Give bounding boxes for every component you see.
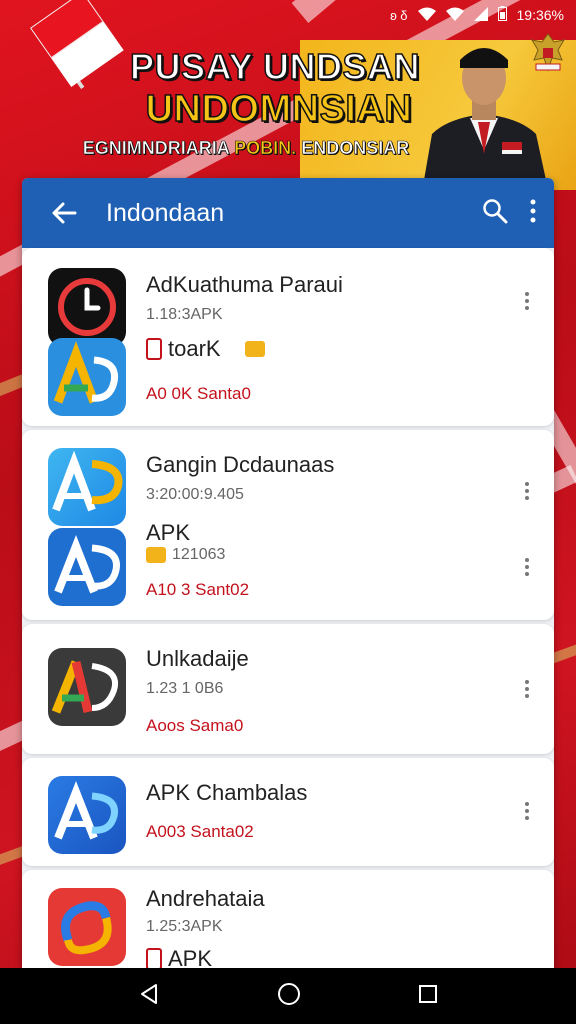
app-name: Unlkadaije xyxy=(146,646,249,671)
item-more-button[interactable] xyxy=(522,802,532,820)
app-name: Gangin Dcdaunaas xyxy=(146,452,335,477)
cell-signal-icon xyxy=(473,6,488,24)
status-bar: ʚ δ 19:36% xyxy=(0,0,576,30)
banner-subtitle-part2: ENDONSIAR xyxy=(301,138,410,159)
nav-back-button[interactable] xyxy=(138,983,160,1010)
app-meta: 1.23 1 0B6 xyxy=(146,680,224,697)
nav-home-button[interactable] xyxy=(277,982,301,1011)
triangle-back-icon xyxy=(141,983,158,1004)
more-options-button[interactable] xyxy=(530,199,536,228)
app-meta: 3:20:00:9.405 xyxy=(146,486,244,503)
signal-icon xyxy=(445,7,464,24)
app-meta: 1.18:3APK xyxy=(146,306,223,323)
ad-app-icon xyxy=(48,338,126,416)
clock-app-icon xyxy=(48,268,126,346)
banner-title-line1: PUSAY UNDSAN xyxy=(129,45,421,88)
app-list-item[interactable]: Andrehataia 1.25:3APK APK xyxy=(22,870,554,968)
app-version: A10 3 Sant02 xyxy=(146,580,250,599)
ap-chambalas-app-icon xyxy=(48,776,126,854)
app-version: Aoos Sama0 xyxy=(146,716,244,735)
item-more-button[interactable] xyxy=(522,680,532,698)
badge-icon xyxy=(146,547,166,563)
square-recents-icon xyxy=(418,984,437,1003)
wifi-icon xyxy=(417,7,436,24)
app-tag-label: APK xyxy=(168,946,213,968)
banner-title-line2: UNDOMNSIAN xyxy=(145,87,413,131)
nav-recents-button[interactable] xyxy=(418,984,438,1009)
multicolor-a-app-icon xyxy=(48,648,126,726)
app-name: AdKuathuma Paraui xyxy=(146,272,343,297)
app-version: A003 Santa02 xyxy=(146,822,254,841)
app-bar: Indondaan xyxy=(22,178,554,248)
circle-home-icon xyxy=(277,982,300,1005)
notification-icons: ʚ δ xyxy=(390,7,408,23)
app-meta: 1.25:3APK xyxy=(146,918,223,935)
item-more-button[interactable] xyxy=(522,292,532,310)
badge-icon xyxy=(244,341,265,357)
app-list-item[interactable]: Gangin Dcdaunaas 3:20:00:9.405 APK 12106… xyxy=(22,430,554,620)
app-version: A0 0K Santa0 xyxy=(146,384,251,403)
app-list-item[interactable]: AdKuathuma Paraui 1.18:3APK toarK A0 0K … xyxy=(22,248,554,426)
app-list-item[interactable]: APK Chambalas A003 Santa02 xyxy=(22,758,554,866)
ad-blue-app-icon xyxy=(48,528,126,606)
arrow-left-icon xyxy=(52,202,77,224)
app-tag-meta: 121063 xyxy=(146,546,225,564)
banner-subtitle-part1: EGNIMNDRIARIA xyxy=(82,138,230,159)
banner-subtitle-highlight: POBIN. xyxy=(234,138,297,159)
back-button[interactable] xyxy=(22,200,106,226)
app-tag-label: toarK xyxy=(168,336,221,361)
app-list-panel: Indondaan AdKuathuma Paraui 1.18:3APK to… xyxy=(22,178,554,968)
package-icon xyxy=(146,948,162,968)
item-more-button[interactable] xyxy=(522,558,532,576)
app-name: Andrehataia xyxy=(146,886,265,911)
system-nav-bar xyxy=(0,968,576,1024)
app-tag-label: APK xyxy=(146,520,191,545)
app-tag: toarK xyxy=(146,336,265,362)
package-icon xyxy=(146,338,162,360)
search-icon xyxy=(483,198,508,223)
item-more-button[interactable] xyxy=(522,482,532,500)
app-bar-title: Indondaan xyxy=(106,198,225,227)
ap-app-icon xyxy=(48,448,126,526)
swirl-app-icon xyxy=(48,888,126,966)
app-tag: APK xyxy=(146,946,212,968)
banner-subtitle: EGNIMNDRIARIA POBIN. ENDONSIAR xyxy=(66,138,426,159)
more-vert-icon xyxy=(530,199,536,222)
status-time: 19:36% xyxy=(516,7,564,23)
app-list-item[interactable]: Unlkadaije 1.23 1 0B6 Aoos Sama0 xyxy=(22,624,554,754)
garuda-emblem-icon xyxy=(530,33,566,72)
battery-icon xyxy=(497,6,507,24)
app-name: APK Chambalas xyxy=(146,780,308,805)
search-button[interactable] xyxy=(482,198,508,229)
